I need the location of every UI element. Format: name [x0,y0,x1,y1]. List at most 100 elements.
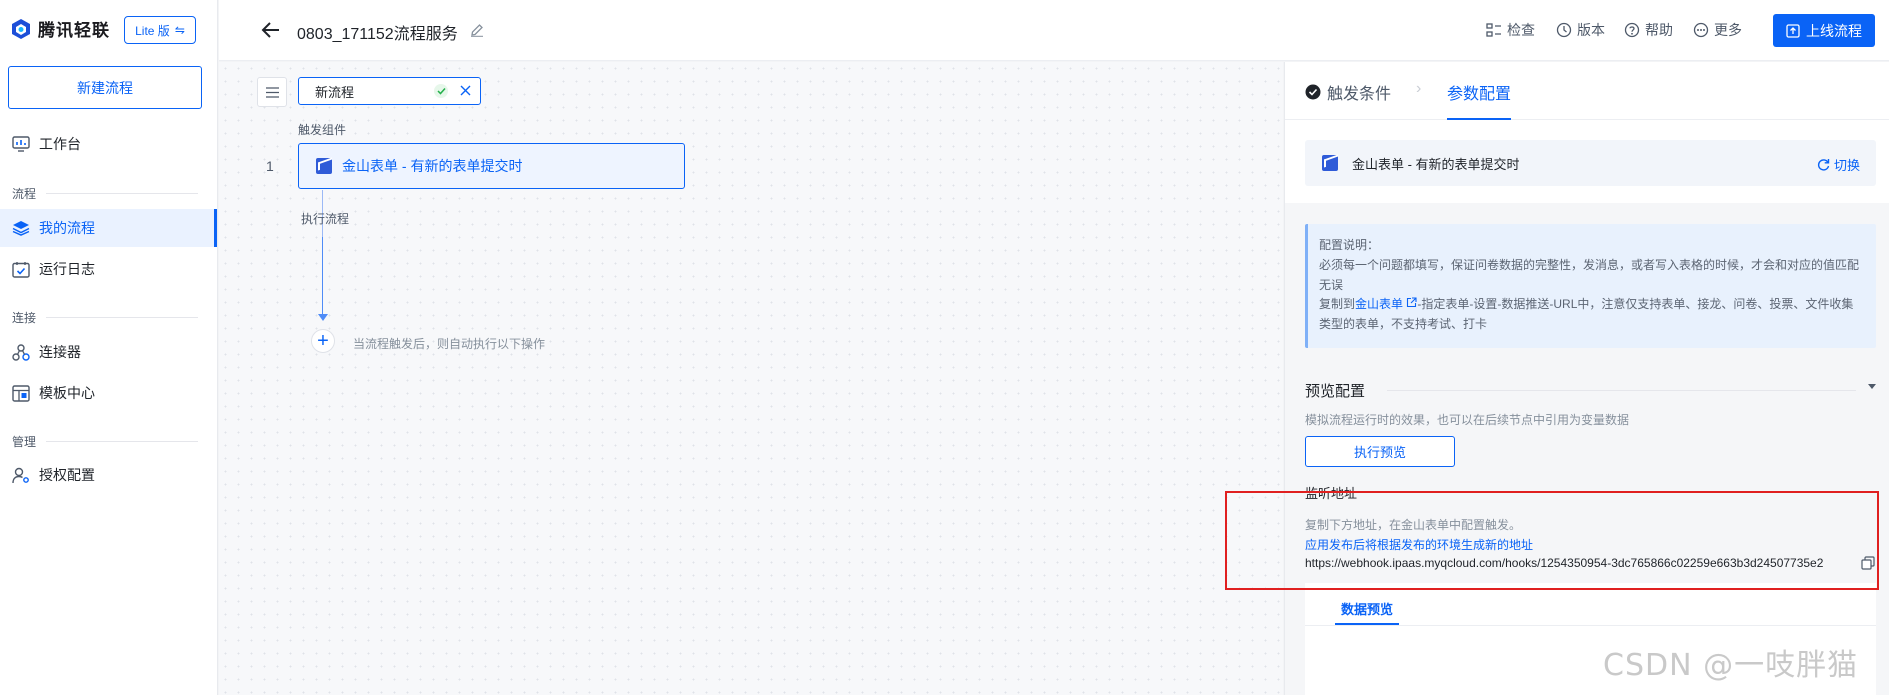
edition-label: Lite 版 [135,23,170,38]
check-label: 检查 [1507,22,1535,38]
logo[interactable]: 腾讯轻联 [10,16,110,41]
sidebar: 腾讯轻联 Lite 版 ⇋ 新建流程 工作台 流程 我的流程 运行日志 连接 连… [0,0,218,695]
step-number: 1 [266,158,274,174]
connector-icon [12,343,30,361]
history-icon [1556,22,1572,38]
tab-label: 触发条件 [1327,86,1392,103]
tab-label: 参数配置 [1447,86,1512,103]
publish-note: 应用发布后将根据发布的环境生成新的地址 [1305,538,1534,552]
preview-description: 模拟流程运行时的效果，也可以在后续节点中引用为变量数据 [1305,413,1630,427]
chevron-right-icon: › [1416,80,1422,97]
preview-section-title[interactable]: 预览配置 [1305,380,1876,401]
new-flow-button[interactable]: 新建流程 [8,66,202,109]
webhook-url[interactable]: https://webhook.ipaas.myqcloud.com/hooks… [1305,556,1823,570]
info-text: 复制到 [1319,297,1356,312]
more-button[interactable]: 更多 [1693,20,1742,40]
upload-icon [1786,23,1800,38]
sidebar-item-auth[interactable]: 授权配置 [0,456,217,494]
sidebar-item-my-flows[interactable]: 我的流程 [0,209,217,247]
section-title-label: 预览配置 [1305,383,1366,400]
top-bar: 0803_171152流程服务 检查 版本 帮助 更多 上线流程 [219,0,1889,61]
refresh-icon [1817,159,1830,171]
sidebar-item-label: 运行日志 [39,261,95,277]
edition-switch-button[interactable]: Lite 版 ⇋ [124,16,196,44]
logo-icon [12,18,30,39]
config-panel: 触发条件 › 参数配置 金山表单 - 有新的表单提交时 切换 配置说明： 必须每… [1284,62,1889,695]
switch-trigger-button[interactable]: 切换 [1817,155,1860,174]
version-button[interactable]: 版本 [1556,20,1605,40]
back-arrow-icon[interactable] [259,18,283,42]
help-button[interactable]: 帮助 [1624,20,1673,40]
sidebar-item-workbench[interactable]: 工作台 [0,125,217,163]
trigger-node[interactable]: 金山表单 - 有新的表单提交时 [298,143,685,189]
calendar-check-icon [12,260,30,278]
version-label: 版本 [1577,22,1605,38]
dashboard-icon [12,135,30,153]
kingsoft-form-link[interactable]: 金山表单 [1355,297,1417,311]
publish-label: 上线流程 [1806,22,1862,39]
flow-title: 0803_171152流程服务 [297,26,458,43]
add-step-button[interactable]: + [311,329,335,353]
outline-menu-button[interactable] [257,77,287,107]
layers-icon [12,219,30,237]
plus-icon: + [317,330,329,352]
collapse-caret-icon[interactable] [1868,384,1876,389]
menu-icon [265,86,279,98]
divider [1305,625,1876,626]
sidebar-item-label: 工作台 [39,136,81,152]
confirm-check-icon[interactable] [434,84,448,98]
tab-data-preview[interactable]: 数据预览 [1334,599,1400,625]
config-info-box: 配置说明： 必须每一个问题都填写，保证问卷数据的完整性，发消息，或者写入表格的时… [1305,224,1876,348]
exec-section-label: 执行流程 [301,212,350,226]
info-line: 类型的表单，不支持考试、打卡 [1319,317,1488,332]
info-line: 无误 [1319,277,1344,292]
add-step-hint: 当流程触发后，则自动执行以下操作 [353,337,546,351]
flow-name-value: 新流程 [315,84,355,100]
info-text: -指定表单-设置-数据推送-URL中，注意仅支持表单、接龙、问卷、投票、文件收集 [1417,297,1854,312]
copy-icon[interactable] [1861,556,1875,570]
flow-canvas[interactable]: 新流程 触发组件 1 金山表单 - 有新的表单提交时 执行流程 + 当流程触发后… [219,62,1283,695]
trigger-section-label: 触发组件 [298,123,347,137]
swap-icon: ⇋ [174,23,185,37]
publish-flow-button[interactable]: 上线流程 [1773,14,1875,47]
sidebar-item-connectors[interactable]: 连接器 [0,333,217,371]
user-key-icon [12,466,30,484]
edit-pencil-icon[interactable] [470,23,484,37]
arrow-down-icon [318,314,328,321]
sidebar-item-label: 授权配置 [39,467,95,483]
switch-label: 切换 [1833,158,1860,173]
more-label: 更多 [1714,22,1742,38]
info-line: 必须每一个问题都填写，保证问卷数据的完整性，发消息，或者写入表格的时候，才会和对… [1319,257,1860,272]
trigger-node-label: 金山表单 - 有新的表单提交时 [342,158,523,174]
selected-trigger: 金山表单 - 有新的表单提交时 切换 [1305,140,1876,186]
nav-group-label: 管理 [12,435,37,449]
tab-param-config[interactable]: 参数配置 [1447,80,1512,120]
nav-group-connect: 连接 [12,309,198,326]
selected-trigger-label: 金山表单 - 有新的表单提交时 [1352,156,1520,172]
sidebar-item-run-logs[interactable]: 运行日志 [0,250,217,288]
sidebar-item-label: 连接器 [39,344,81,360]
nav-group-label: 连接 [12,311,37,325]
link-text: 金山表单 [1355,297,1404,312]
flow-name-input[interactable]: 新流程 [298,77,481,105]
check-button[interactable]: 检查 [1486,20,1535,40]
listen-address-title: 监听地址 [1305,486,1358,501]
kingsoft-form-icon [1322,155,1338,171]
sidebar-item-label: 模板中心 [39,385,95,401]
kingsoft-form-icon [316,158,332,174]
nav-group-label: 流程 [12,187,37,201]
info-line: 复制到金山表单 -指定表单-设置-数据推送-URL中，注意仅支持表单、接龙、问卷… [1319,295,1864,315]
tab-trigger-conditions[interactable]: 触发条件 [1305,80,1391,104]
close-icon[interactable] [459,84,472,97]
nav-group-manage: 管理 [12,433,198,450]
copy-address-hint: 复制下方地址，在金山表单中配置触发。 [1305,518,1522,532]
run-preview-button[interactable]: 执行预览 [1305,436,1455,467]
sidebar-item-templates[interactable]: 模板中心 [0,374,217,412]
more-dots-icon [1693,22,1709,38]
sidebar-item-label: 我的流程 [39,220,95,236]
watermark: CSDN @一吱胖猫 [1603,648,1859,683]
logo-text: 腾讯轻联 [38,21,110,40]
template-icon [12,384,30,402]
checklist-icon [1486,23,1501,37]
external-link-icon [1407,297,1417,308]
